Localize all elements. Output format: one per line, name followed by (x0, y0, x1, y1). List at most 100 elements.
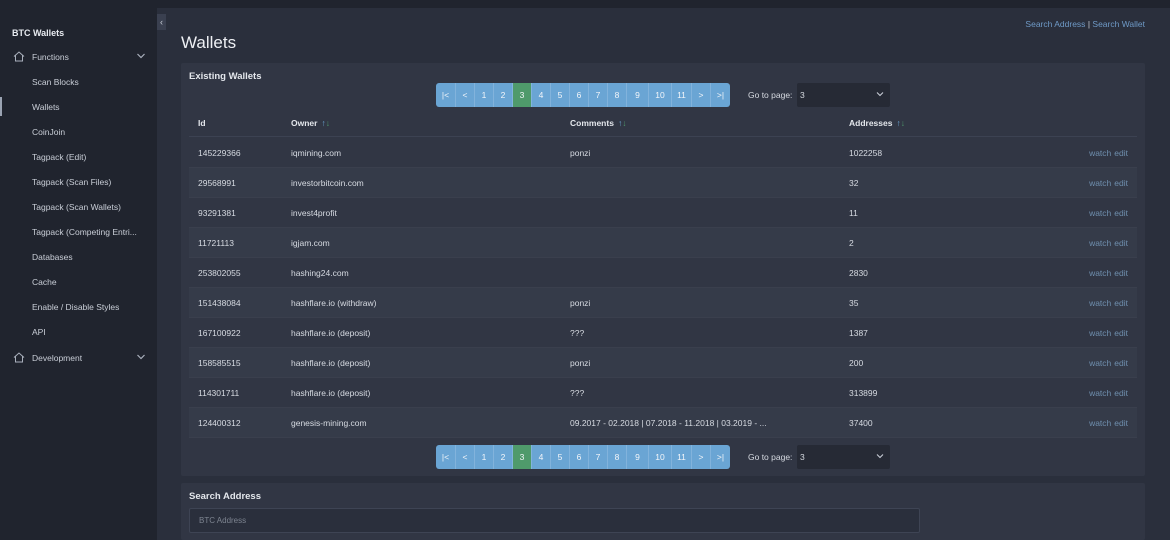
table-row[interactable]: 253802055 hashing24.com 2830 watch edit (189, 258, 1137, 288)
edit-link[interactable]: edit (1114, 418, 1128, 428)
cell-comments: 09.2017 - 02.2018 | 07.2018 - 11.2018 | … (570, 418, 767, 428)
edit-link[interactable]: edit (1114, 268, 1128, 278)
watch-link[interactable]: watch (1089, 358, 1111, 368)
cell-id: 145229366 (198, 148, 241, 158)
search-address-link[interactable]: Search Address (1025, 19, 1085, 29)
edit-link[interactable]: edit (1114, 388, 1128, 398)
sidebar-collapse-button[interactable]: ‹ (157, 14, 166, 30)
watch-link[interactable]: watch (1089, 328, 1111, 338)
page-button[interactable]: 3 (513, 83, 532, 107)
sidebar-item-coinjoin[interactable]: CoinJoin (0, 119, 157, 144)
chevron-down-icon (137, 354, 145, 360)
page-button[interactable]: 8 (608, 83, 627, 107)
sort-down-icon[interactable]: ↓ (326, 118, 330, 128)
page-button[interactable]: 1 (475, 445, 494, 469)
edit-link[interactable]: edit (1114, 328, 1128, 338)
sort-down-icon[interactable]: ↓ (901, 118, 905, 128)
page-button[interactable]: 11 (672, 445, 692, 469)
sidebar-item-scan-blocks[interactable]: Scan Blocks (0, 69, 157, 94)
table-row[interactable]: 29568991 investorbitcoin.com 32 watch edit (189, 168, 1137, 198)
sort-down-icon[interactable]: ↓ (622, 118, 626, 128)
page-button[interactable]: >| (711, 83, 730, 107)
table-row[interactable]: 158585515 hashflare.io (deposit) ponzi 200 w… (189, 348, 1137, 378)
page-button[interactable]: 11 (672, 83, 692, 107)
sidebar-item-tagpack-scan-wallets[interactable]: Tagpack (Scan Wallets) (0, 194, 157, 219)
sidebar-item-wallets[interactable]: Wallets (0, 94, 157, 119)
column-addresses[interactable]: Addresses ↑↓ (849, 118, 905, 128)
page-button[interactable]: 7 (589, 445, 608, 469)
watch-link[interactable]: watch (1089, 148, 1111, 158)
sidebar-brand[interactable]: BTC Wallets (12, 28, 64, 38)
edit-link[interactable]: edit (1114, 238, 1128, 248)
row-actions: watch edit (1086, 178, 1128, 188)
column-owner[interactable]: Owner ↑↓ (291, 118, 330, 128)
cell-addresses: 32 (849, 178, 859, 188)
page-button[interactable]: < (456, 83, 475, 107)
watch-link[interactable]: watch (1089, 418, 1111, 428)
column-comments[interactable]: Comments ↑↓ (570, 118, 626, 128)
table-row[interactable]: 145229366 iqmining.com ponzi 1022258 watch ed… (189, 138, 1137, 168)
sidebar-item-label: Enable / Disable Styles (32, 301, 120, 312)
edit-link[interactable]: edit (1114, 208, 1128, 218)
cell-id: 124400312 (198, 418, 241, 428)
table-row[interactable]: 124400312 genesis-mining.com 09.2017 - 02.… (189, 408, 1137, 438)
search-wallet-link[interactable]: Search Wallet (1092, 19, 1145, 29)
sidebar-section-development[interactable]: Development (0, 345, 157, 370)
sort-arrows[interactable]: ↑↓ (618, 118, 627, 128)
page-button[interactable]: 10 (649, 445, 672, 469)
page-button[interactable]: 6 (570, 83, 589, 107)
page-button[interactable]: >| (711, 445, 730, 469)
sidebar-item-tagpack-edit[interactable]: Tagpack (Edit) (0, 144, 157, 169)
sort-arrows[interactable]: ↑↓ (321, 118, 330, 128)
page-button[interactable]: 1 (475, 83, 494, 107)
edit-link[interactable]: edit (1114, 358, 1128, 368)
btc-address-input[interactable] (189, 508, 920, 533)
page-button[interactable]: 2 (494, 445, 513, 469)
watch-link[interactable]: watch (1089, 298, 1111, 308)
watch-link[interactable]: watch (1089, 208, 1111, 218)
page-button[interactable]: |< (436, 445, 456, 469)
page-button[interactable]: < (456, 445, 475, 469)
page-button[interactable]: > (692, 83, 711, 107)
table-row[interactable]: 114301711 hashflare.io (deposit)??? 313899… (189, 378, 1137, 408)
sidebar-item-styles[interactable]: Enable / Disable Styles (0, 294, 157, 319)
page-button[interactable]: 2 (494, 83, 513, 107)
page-button[interactable]: 5 (551, 445, 570, 469)
column-id[interactable]: Id (198, 118, 206, 128)
page-button[interactable]: 3 (513, 445, 532, 469)
watch-link[interactable]: watch (1089, 238, 1111, 248)
watch-link[interactable]: watch (1089, 388, 1111, 398)
page-button[interactable]: 6 (570, 445, 589, 469)
page-button[interactable]: 8 (608, 445, 627, 469)
table-row[interactable]: 93291381 invest4profit 11 watch edit (189, 198, 1137, 228)
sort-arrows[interactable]: ↑↓ (896, 118, 905, 128)
page-button[interactable]: |< (436, 83, 456, 107)
page-button[interactable]: 9 (627, 445, 649, 469)
sidebar-item-api[interactable]: API (0, 319, 157, 344)
page-button[interactable]: 4 (532, 83, 551, 107)
page-button[interactable]: 10 (649, 83, 672, 107)
goto-page-select[interactable]: 3 (797, 445, 890, 469)
goto-page-select[interactable]: 3 (797, 83, 890, 107)
edit-link[interactable]: edit (1114, 298, 1128, 308)
page-button[interactable]: > (692, 445, 711, 469)
table-row[interactable]: 151438084 hashflare.io (withdraw) ponzi 35 w… (189, 288, 1137, 318)
table-row[interactable]: 11721113 igjam.com 2 watch edit (189, 228, 1137, 258)
page-button[interactable]: 5 (551, 83, 570, 107)
sidebar-item-tagpack-scan-files[interactable]: Tagpack (Scan Files) (0, 169, 157, 194)
header-links: Search Address | Search Wallet (1025, 19, 1145, 29)
watch-link[interactable]: watch (1089, 268, 1111, 278)
sidebar-item-tagpack-competing[interactable]: Tagpack (Competing Entri... (0, 219, 157, 244)
sidebar-item-cache[interactable]: Cache (0, 269, 157, 294)
sidebar-section-functions[interactable]: Functions (0, 44, 157, 69)
cell-addresses: 2830 (849, 268, 868, 278)
page-button[interactable]: 9 (627, 83, 649, 107)
cell-owner: invest4profit (291, 208, 337, 218)
sidebar-item-databases[interactable]: Databases (0, 244, 157, 269)
page-button[interactable]: 4 (532, 445, 551, 469)
table-row[interactable]: 167100922 hashflare.io (deposit)??? 1387 wa… (189, 318, 1137, 348)
edit-link[interactable]: edit (1114, 178, 1128, 188)
watch-link[interactable]: watch (1089, 178, 1111, 188)
edit-link[interactable]: edit (1114, 148, 1128, 158)
page-button[interactable]: 7 (589, 83, 608, 107)
